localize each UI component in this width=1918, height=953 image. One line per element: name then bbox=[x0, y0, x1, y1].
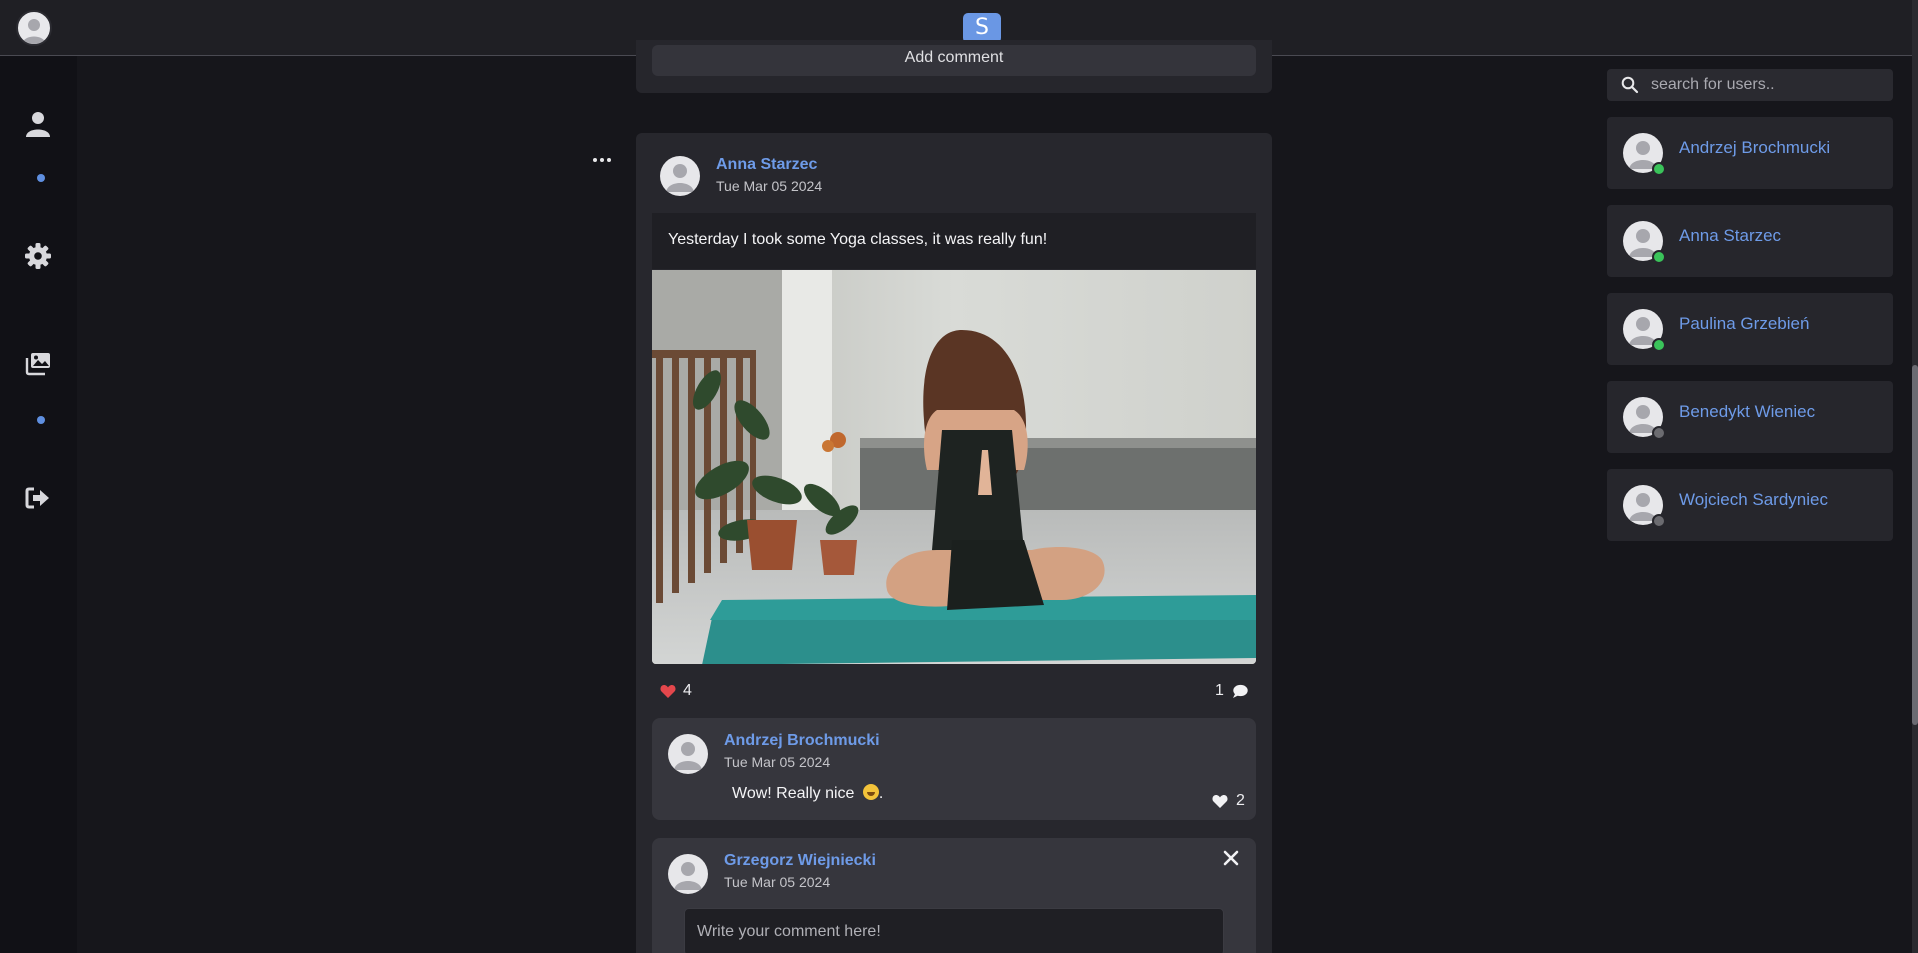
user-name[interactable]: Wojciech Sardyniec bbox=[1679, 490, 1828, 510]
search-input[interactable] bbox=[1651, 69, 1881, 101]
left-sidebar bbox=[0, 56, 77, 953]
heart-icon[interactable] bbox=[660, 684, 676, 699]
post-options-button[interactable] bbox=[592, 150, 612, 170]
logout-nav-icon[interactable] bbox=[24, 484, 52, 512]
images-icon bbox=[25, 353, 50, 376]
comment-text-end: . bbox=[878, 785, 884, 802]
user-name[interactable]: Anna Starzec bbox=[1679, 226, 1781, 246]
nav-divider-dot bbox=[37, 174, 45, 182]
user-status-indicator bbox=[1652, 338, 1666, 352]
post-text: Yesterday I took some Yoga classes, it w… bbox=[652, 213, 1256, 269]
user-name[interactable]: Paulina Grzebień bbox=[1679, 314, 1809, 334]
current-user-avatar[interactable] bbox=[16, 10, 52, 46]
yoga-photo bbox=[652, 270, 1256, 664]
user-name[interactable]: Benedykt Wieniec bbox=[1679, 402, 1815, 422]
post-author-avatar[interactable] bbox=[660, 156, 700, 196]
grinning-emoji-icon bbox=[862, 784, 879, 800]
comment-text: Wow! Really nice . bbox=[732, 784, 883, 803]
gallery-nav-icon[interactable] bbox=[24, 350, 52, 378]
heart-icon[interactable] bbox=[1212, 794, 1228, 809]
post-comment-count: 1 bbox=[1215, 682, 1224, 699]
app-logo[interactable]: S bbox=[963, 13, 1001, 43]
user-status-indicator bbox=[1652, 514, 1666, 528]
avatar-placeholder-icon bbox=[674, 742, 702, 770]
previous-post-card: Add comment bbox=[636, 40, 1272, 93]
comment-text-body: Wow! Really nice bbox=[732, 785, 859, 802]
scrollbar-thumb[interactable] bbox=[1912, 365, 1918, 725]
add-comment-button[interactable]: Add comment bbox=[652, 45, 1256, 76]
new-comment-date: Tue Mar 05 2024 bbox=[724, 874, 831, 890]
ellipsis-dot bbox=[600, 158, 604, 162]
comment-icon[interactable] bbox=[1232, 684, 1248, 699]
user-card[interactable]: Wojciech Sardyniec bbox=[1607, 469, 1893, 541]
ellipsis-icon bbox=[593, 158, 597, 162]
gear-icon bbox=[25, 243, 51, 269]
settings-nav-icon[interactable] bbox=[24, 242, 52, 270]
user-card[interactable]: Paulina Grzebień bbox=[1607, 293, 1893, 365]
comment-date: Tue Mar 05 2024 bbox=[724, 754, 831, 770]
user-card[interactable]: Anna Starzec bbox=[1607, 205, 1893, 277]
comment-like-count: 2 bbox=[1236, 792, 1245, 809]
avatar-placeholder-icon bbox=[22, 19, 46, 44]
user-status-indicator bbox=[1652, 426, 1666, 440]
nav-divider-dot bbox=[37, 416, 45, 424]
user-name[interactable]: Andrzej Brochmucki bbox=[1679, 138, 1830, 158]
post-image[interactable] bbox=[652, 270, 1256, 664]
post-author-name[interactable]: Anna Starzec bbox=[716, 156, 817, 174]
post-date: Tue Mar 05 2024 bbox=[716, 178, 823, 194]
user-icon bbox=[26, 112, 50, 137]
comment-author-avatar[interactable] bbox=[668, 734, 708, 774]
user-status-indicator bbox=[1652, 162, 1666, 176]
search-icon bbox=[1621, 76, 1639, 94]
comment-author-name[interactable]: Andrzej Brochmucki bbox=[724, 732, 880, 750]
profile-nav-icon[interactable] bbox=[24, 110, 52, 138]
avatar-placeholder-icon bbox=[666, 164, 694, 192]
post-like-count: 4 bbox=[683, 682, 692, 699]
user-card[interactable]: Andrzej Brochmucki bbox=[1607, 117, 1893, 189]
user-status-indicator bbox=[1652, 250, 1666, 264]
new-comment-author-name[interactable]: Grzegorz Wiejniecki bbox=[724, 852, 876, 870]
ellipsis-dot bbox=[607, 158, 611, 162]
avatar-placeholder-icon bbox=[674, 862, 702, 890]
new-comment-author-avatar[interactable] bbox=[668, 854, 708, 894]
user-search bbox=[1607, 69, 1893, 101]
user-card[interactable]: Benedykt Wieniec bbox=[1607, 381, 1893, 453]
logout-icon bbox=[25, 487, 49, 509]
comment-input[interactable] bbox=[684, 908, 1224, 953]
close-icon[interactable] bbox=[1222, 849, 1240, 867]
